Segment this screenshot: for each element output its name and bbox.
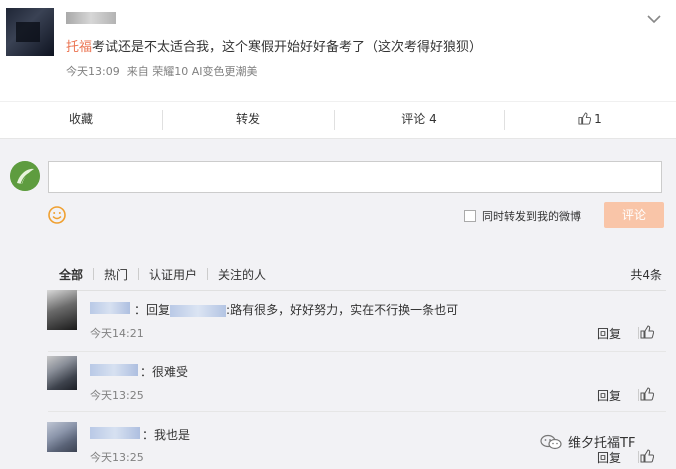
- mention-blurred[interactable]: [170, 304, 227, 317]
- divider: [638, 389, 639, 401]
- tab-all[interactable]: 全部: [59, 266, 83, 283]
- commenter-avatar[interactable]: [47, 422, 77, 452]
- commenter-name-blurred[interactable]: [90, 364, 138, 376]
- comment-body: :路有很多，好好努力，实在不行换一条也可: [226, 303, 459, 317]
- reply-button[interactable]: 回复: [597, 325, 621, 342]
- chevron-down-icon[interactable]: [647, 14, 661, 24]
- comment-time[interactable]: 今天14:21: [90, 325, 144, 341]
- tab-hot[interactable]: 热门: [104, 266, 128, 283]
- post-time[interactable]: 今天13:09: [66, 65, 120, 78]
- post-source: 来自 荣耀10 AI变色更潮美: [126, 65, 258, 78]
- action-bar: 收藏 转发 评论 4 1: [0, 101, 676, 139]
- leaf-logo-icon: [10, 161, 40, 191]
- thumbs-up-icon: [578, 112, 592, 125]
- comment-text: ：我也是: [142, 426, 190, 443]
- comment-prefix: ：: [142, 428, 155, 442]
- favorite-button[interactable]: 收藏: [0, 102, 162, 138]
- post-meta: 今天13:09 来自 荣耀10 AI变色更潮美: [66, 63, 257, 79]
- divider: [93, 268, 94, 280]
- commenter-avatar[interactable]: [47, 356, 77, 390]
- divider: [638, 451, 639, 463]
- thumbs-up-icon[interactable]: [640, 325, 654, 339]
- comment-text: ：很难受: [140, 363, 188, 380]
- thumbs-up-icon[interactable]: [640, 387, 654, 401]
- comment-prefix: ：: [140, 365, 153, 379]
- watermark-text: 维夕托福TF: [568, 436, 636, 451]
- comment-divider: [48, 411, 666, 412]
- like-count: 1: [594, 112, 602, 126]
- tab-verified[interactable]: 认证用户: [149, 266, 197, 283]
- comment-time[interactable]: 今天13:25: [90, 387, 144, 403]
- post-body: 考试还是不太适合我，这个寒假开始好好备考了（这次考得好狼狈）: [92, 40, 483, 55]
- divider: [138, 268, 139, 280]
- comment-button[interactable]: 评论 4: [334, 102, 504, 138]
- divider: [207, 268, 208, 280]
- post-card: 托福考试还是不太适合我，这个寒假开始好好备考了（这次考得好狼狈） 今天13:09…: [0, 0, 676, 101]
- emoji-icon[interactable]: [48, 206, 66, 224]
- comment-filter-bar: 全部 热门 认证用户 关注的人 共4条: [48, 258, 666, 291]
- author-avatar[interactable]: [6, 8, 54, 56]
- post-tag-link[interactable]: 托福: [66, 40, 92, 55]
- current-user-avatar: [10, 161, 40, 191]
- like-button[interactable]: 1: [504, 102, 676, 138]
- forward-label: 同时转发到我的微博: [482, 210, 581, 223]
- post-text: 托福考试还是不太适合我，这个寒假开始好好备考了（这次考得好狼狈）: [66, 36, 482, 55]
- divider: [638, 327, 639, 339]
- reply-button[interactable]: 回复: [597, 449, 621, 466]
- submit-comment-button[interactable]: 评论: [604, 202, 664, 228]
- comment-prefix: ：: [134, 303, 147, 317]
- comment-body: 很难受: [152, 365, 189, 379]
- thumbs-up-icon[interactable]: [640, 449, 654, 463]
- comment-time[interactable]: 今天13:25: [90, 449, 144, 465]
- commenter-name-blurred[interactable]: [90, 427, 140, 439]
- wechat-icon: [540, 434, 562, 449]
- forward-option[interactable]: 同时转发到我的微博: [464, 208, 581, 224]
- reply-word: 回复: [146, 303, 171, 317]
- author-name-blurred[interactable]: [66, 12, 116, 24]
- commenter-avatar[interactable]: [47, 290, 77, 330]
- reply-button[interactable]: 回复: [597, 387, 621, 404]
- repost-button[interactable]: 转发: [162, 102, 334, 138]
- comment-text: ：回复 :路有很多，好好努力，实在不行换一条也可: [134, 301, 458, 318]
- forward-checkbox[interactable]: [464, 210, 476, 222]
- watermark: 维夕托福TF: [540, 432, 635, 451]
- tab-following[interactable]: 关注的人: [218, 266, 266, 283]
- comment-count: 共4条: [630, 268, 662, 282]
- comment-body: 我也是: [154, 428, 191, 442]
- comment-divider: [48, 351, 666, 352]
- commenter-name-blurred[interactable]: [90, 302, 130, 314]
- comment-input[interactable]: [48, 161, 662, 193]
